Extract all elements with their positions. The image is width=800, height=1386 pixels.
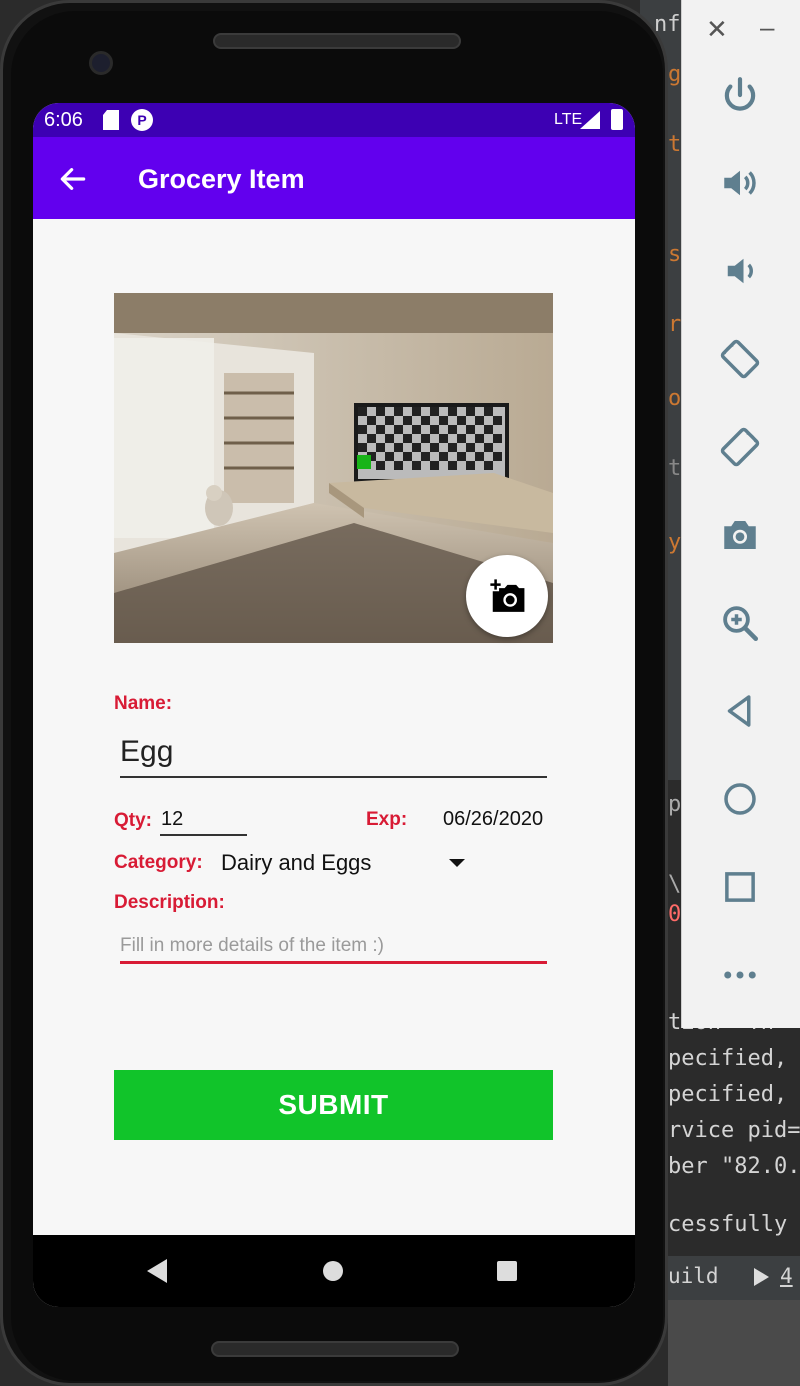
- power-icon: [724, 77, 756, 111]
- bottom-speaker: [211, 1341, 459, 1357]
- ide-build-tab-label: uild: [668, 1264, 719, 1288]
- ide-bottom-panel: [668, 1300, 800, 1386]
- ide-build-tab[interactable]: uild 4: [668, 1256, 800, 1300]
- category-select[interactable]: Dairy and Eggs: [221, 850, 371, 876]
- home-icon: [724, 783, 756, 815]
- page-title: Grocery Item: [138, 164, 305, 194]
- chevron-down-icon[interactable]: [449, 859, 465, 867]
- screenshot-button[interactable]: [717, 512, 763, 558]
- status-time: 6:06: [44, 109, 83, 131]
- more-icon: [724, 971, 756, 979]
- run-icon: [754, 1268, 769, 1286]
- back-arrow-icon[interactable]: [57, 163, 89, 195]
- status-bar: 6:06 P LTE: [33, 103, 635, 137]
- ide-text: rvice pid=: [668, 1118, 800, 1143]
- battery-icon: [611, 109, 623, 130]
- ide-text: g: [668, 62, 682, 87]
- toolbar-header: ✕ –: [682, 0, 800, 60]
- nav-home-icon[interactable]: [323, 1261, 343, 1281]
- ide-text: \: [668, 872, 682, 897]
- rotate-left-button[interactable]: [717, 336, 763, 382]
- ide-text: o: [668, 386, 682, 411]
- earpiece-speaker: [213, 33, 461, 49]
- qty-label: Qty:: [114, 810, 152, 831]
- signal-icon: [580, 111, 600, 129]
- ide-text: pecified,: [668, 1082, 788, 1107]
- ide-text: cessfully f: [668, 1212, 800, 1237]
- ide-text: ber "82.0.: [668, 1154, 800, 1179]
- qty-field-underline: [160, 834, 247, 836]
- nav-back-icon[interactable]: [147, 1259, 167, 1283]
- name-field-underline: [120, 776, 547, 778]
- emulator-toolbar: ✕ –: [681, 0, 800, 1028]
- description-input[interactable]: [120, 931, 547, 961]
- nav-recents-icon[interactable]: [497, 1261, 517, 1281]
- system-nav-bar: [33, 1235, 635, 1307]
- description-underline: [120, 961, 547, 964]
- rotate-right-icon: [720, 427, 760, 467]
- front-camera: [89, 51, 113, 75]
- add-photo-button[interactable]: [466, 555, 548, 637]
- ide-text: p: [668, 792, 682, 817]
- emulator-back-button[interactable]: [717, 688, 763, 734]
- add-a-photo-icon: [490, 579, 525, 612]
- more-button[interactable]: [717, 952, 763, 998]
- notification-p-icon: P: [131, 109, 153, 131]
- emulator-home-button[interactable]: [717, 776, 763, 822]
- description-label: Description:: [114, 892, 225, 913]
- close-icon[interactable]: ✕: [706, 14, 728, 45]
- ide-text: r: [668, 312, 682, 337]
- volume-up-button[interactable]: [717, 160, 763, 206]
- phone-screen: 6:06 P LTE Grocery Item Name: Egg Qty: 1…: [33, 103, 635, 1307]
- zoom-button[interactable]: [717, 600, 763, 646]
- ide-text: pecified,: [668, 1046, 788, 1071]
- back-icon: [727, 695, 751, 727]
- exp-date-field[interactable]: 06/26/2020: [443, 808, 543, 831]
- zoom-icon: [723, 606, 759, 642]
- name-field[interactable]: Egg: [120, 735, 173, 769]
- exp-label: Exp:: [366, 809, 408, 830]
- qty-field[interactable]: 12: [161, 808, 183, 831]
- volume-down-icon: [727, 258, 753, 284]
- ide-text: 0: [668, 902, 682, 927]
- rotate-left-icon: [720, 339, 760, 379]
- minimize-icon[interactable]: –: [760, 12, 774, 43]
- network-type: LTE: [554, 111, 583, 128]
- power-button[interactable]: [717, 72, 763, 118]
- ide-text: s: [668, 242, 682, 267]
- submit-button[interactable]: SUBMIT: [114, 1070, 553, 1140]
- category-label: Category:: [114, 852, 203, 873]
- screenshot-camera-icon: [724, 521, 756, 549]
- rotate-right-button[interactable]: [717, 424, 763, 470]
- sd-card-icon: [103, 110, 119, 130]
- emulator-overview-button[interactable]: [717, 864, 763, 910]
- ide-run-count: 4: [780, 1264, 793, 1288]
- app-bar: Grocery Item: [33, 137, 635, 219]
- volume-up-icon: [724, 170, 756, 196]
- ide-text: t: [668, 456, 682, 481]
- ide-text: t: [668, 132, 682, 157]
- volume-down-button[interactable]: [717, 248, 763, 294]
- name-label: Name:: [114, 693, 173, 714]
- phone-frame: 6:06 P LTE Grocery Item Name: Egg Qty: 1…: [0, 0, 668, 1386]
- overview-icon: [725, 872, 755, 902]
- ide-text: y: [668, 530, 682, 555]
